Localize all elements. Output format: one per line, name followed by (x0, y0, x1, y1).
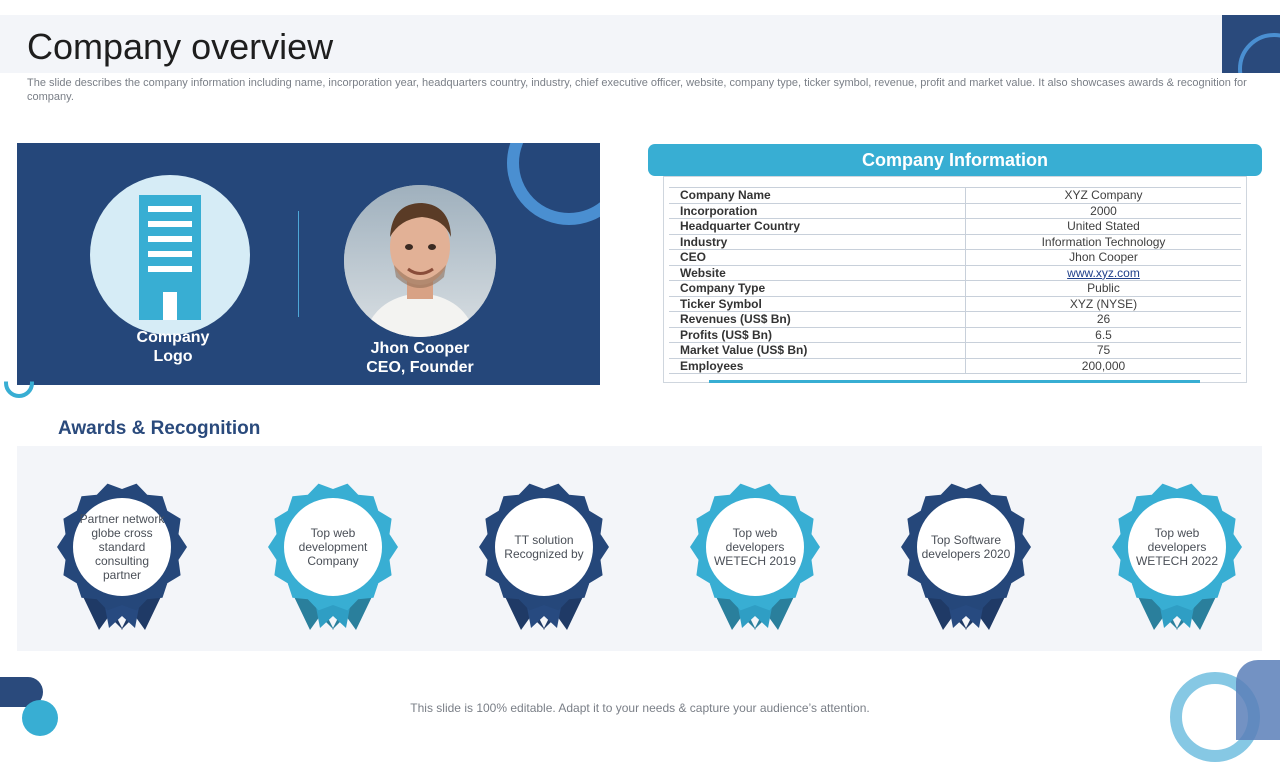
row-value: XYZ (NYSE) (965, 295, 1241, 312)
table-row: Employees 200,000 (669, 357, 1241, 374)
row-label: Industry (669, 233, 966, 250)
logo-label-line1: Company (136, 329, 210, 346)
company-hero-panel: Company Logo Jhon Cooper CEO, Founder (17, 143, 600, 385)
award-text: Top web developers WETECH 2022 (1135, 526, 1219, 568)
company-logo-placeholder (90, 175, 250, 335)
table-row: Profits (US$ Bn) 6.5 (669, 326, 1241, 343)
award-badge: Top web developers WETECH 2019 (688, 466, 822, 636)
table-row: Revenues (US$ Bn) 26 (669, 311, 1241, 327)
award-text: Partner network globe cross standard con… (79, 512, 165, 582)
row-label: Ticker Symbol (669, 295, 966, 312)
table-row: Market Value (US$ Bn) 75 (669, 342, 1241, 358)
row-label: Company Name (669, 187, 966, 203)
row-value: Public (965, 280, 1241, 296)
ceo-name: Jhon Cooper (370, 340, 470, 357)
row-value: Jhon Cooper (965, 249, 1241, 265)
row-label: Incorporation (669, 202, 966, 219)
table-row: Industry Information Technology (669, 233, 1241, 250)
logo-label-line2: Logo (153, 348, 193, 365)
company-logo-label: Company Logo (123, 328, 223, 366)
table-row: Website www.xyz.com (669, 264, 1241, 281)
corner-decoration-top-right (1222, 15, 1280, 73)
table-row: Headquarter Country United Stated (669, 218, 1241, 234)
row-value: 26 (965, 311, 1241, 327)
table-row: Ticker Symbol XYZ (NYSE) (669, 295, 1241, 312)
award-badge: Top web development Company (266, 466, 400, 636)
row-label: Profits (US$ Bn) (669, 326, 966, 343)
ring-decoration (1238, 33, 1280, 73)
page-title: Company overview (27, 26, 334, 67)
award-badge: TT solution Recognized by (477, 466, 611, 636)
website-link[interactable]: www.xyz.com (1067, 266, 1140, 280)
table-row: Incorporation 2000 (669, 202, 1241, 219)
row-label: Revenues (US$ Bn) (669, 311, 966, 327)
page-description: The slide describes the company informat… (27, 77, 1247, 103)
ceo-portrait-image (344, 185, 496, 337)
award-text: Top Software developers 2020 (921, 533, 1011, 561)
row-label: CEO (669, 249, 966, 265)
table-row: Company Type Public (669, 280, 1241, 296)
row-value: 200,000 (965, 357, 1241, 374)
awards-title: Awards & Recognition (58, 418, 261, 439)
ceo-caption: Jhon Cooper CEO, Founder (345, 339, 495, 377)
award-text: Top web development Company (298, 526, 368, 568)
company-info-table: Company Name XYZ Company Incorporation 200… (669, 187, 1241, 374)
company-info-header: Company Information (648, 144, 1262, 176)
row-label: Website (669, 264, 966, 281)
ceo-role: CEO, Founder (366, 359, 474, 376)
award-badge: Partner network globe cross standard con… (55, 466, 189, 636)
awards-panel (17, 446, 1262, 651)
table-row: Company Name XYZ Company (669, 187, 1241, 203)
award-text: Top web developers WETECH 2019 (713, 526, 797, 568)
row-label: Headquarter Country (669, 218, 966, 234)
row-value: XYZ Company (965, 187, 1241, 203)
ring-decoration (507, 143, 600, 225)
award-badge: Top web developers WETECH 2022 (1110, 466, 1244, 636)
row-label: Employees (669, 357, 966, 374)
corner-decoration-bottom-right (1236, 660, 1280, 740)
row-value: www.xyz.com (965, 264, 1241, 281)
info-accent-bar (709, 380, 1200, 383)
table-row: CEO Jhon Cooper (669, 249, 1241, 265)
row-label: Market Value (US$ Bn) (669, 342, 966, 358)
footer-note: This slide is 100% editable. Adapt it to… (410, 701, 870, 715)
row-label: Company Type (669, 280, 966, 296)
row-value: 75 (965, 342, 1241, 358)
row-value: Information Technology (965, 233, 1241, 250)
row-value: 6.5 (965, 326, 1241, 343)
row-value: 2000 (965, 202, 1241, 219)
building-icon (139, 195, 201, 320)
hero-divider (298, 211, 299, 317)
row-value: United Stated (965, 218, 1241, 234)
ceo-photo (344, 185, 496, 337)
award-text: TT solution Recognized by (504, 533, 584, 561)
award-badge: Top Software developers 2020 (899, 466, 1033, 636)
